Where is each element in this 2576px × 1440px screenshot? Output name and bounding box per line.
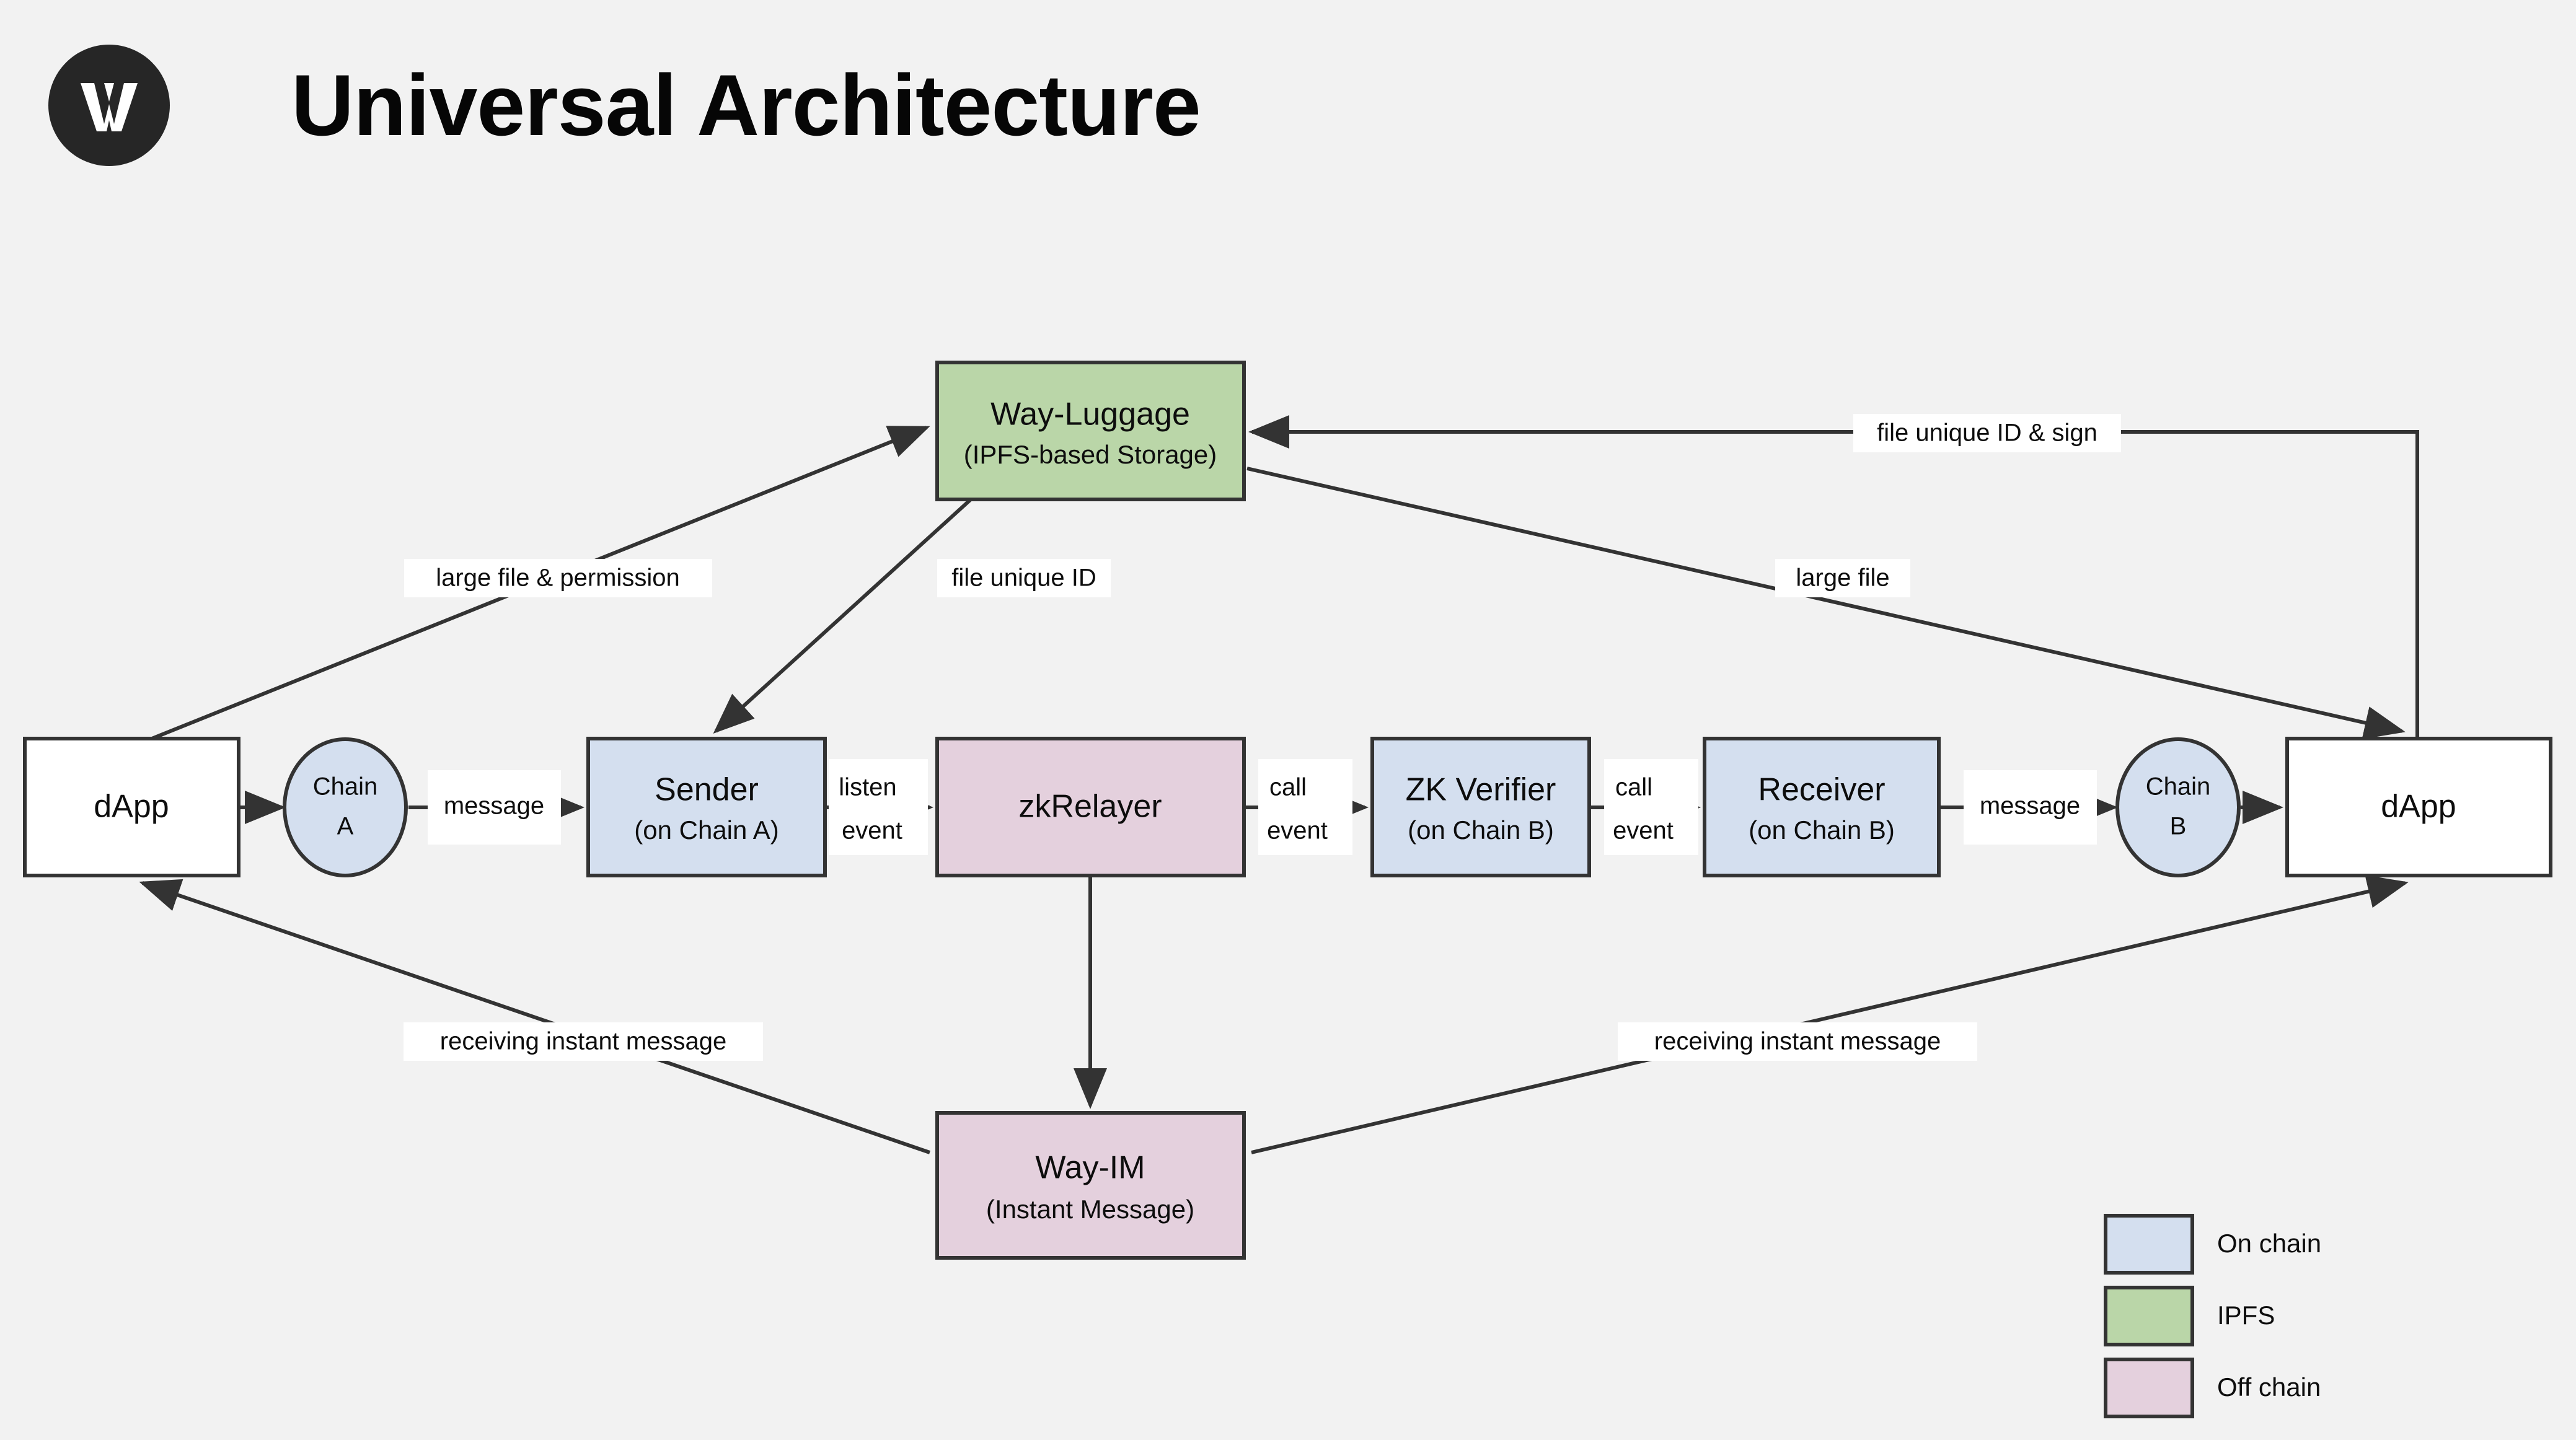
edge-label-text: message: [444, 792, 544, 820]
edge-label-file-unique-id-sign: file unique ID & sign: [1853, 414, 2121, 452]
node-receiver[interactable]: Receiver (on Chain B): [1703, 737, 1941, 877]
edge-label-message-left: message: [428, 770, 561, 845]
edge-label-text: event: [1613, 817, 1674, 845]
node-chain-b[interactable]: Chain B: [2115, 737, 2241, 877]
node-way-luggage[interactable]: Way-Luggage (IPFS-based Storage): [935, 361, 1246, 501]
legend-item-ipfs: IPFS: [2104, 1286, 2275, 1346]
edge-label-text: large file & permission: [436, 564, 680, 592]
edge-label-call-event-1: call event: [1258, 759, 1352, 855]
node-subtitle: (on Chain B): [1408, 815, 1554, 845]
node-title: Sender: [655, 772, 759, 808]
node-subtitle: (on Chain B): [1749, 815, 1895, 845]
edge-label-text: large file: [1796, 564, 1889, 592]
edge-label-receiving-right: receiving instant message: [1618, 1022, 1977, 1061]
node-dapp-left[interactable]: dApp: [23, 737, 240, 877]
legend-item-off-chain: Off chain: [2104, 1358, 2321, 1418]
edge-label-text: event: [842, 817, 902, 845]
edge-label-large-file: large file: [1775, 559, 1910, 597]
edge-label-text: receiving instant message: [1654, 1028, 1941, 1055]
edge-label-text: file unique ID: [951, 564, 1096, 592]
node-dapp-right[interactable]: dApp: [2285, 737, 2552, 877]
legend-label: Off chain: [2217, 1372, 2321, 1402]
legend-swatch-off-chain: [2104, 1358, 2194, 1418]
edge-label-message-right: message: [1964, 770, 2097, 845]
legend-label: On chain: [2217, 1229, 2321, 1258]
legend: On chain IPFS Off chain: [2104, 1214, 2321, 1418]
edge-label-receiving-left: receiving instant message: [404, 1022, 763, 1061]
edge-label-text: message: [1980, 792, 2080, 820]
node-subtitle: A: [337, 813, 354, 840]
node-title: ZK Verifier: [1406, 772, 1556, 808]
node-title: dApp: [2381, 789, 2456, 825]
node-subtitle: B: [2170, 813, 2187, 840]
edge-label-text: call: [1615, 774, 1652, 801]
edge-label-text: event: [1267, 817, 1328, 845]
node-subtitle: (Instant Message): [986, 1195, 1194, 1224]
edge-receiving-instant-message-left: [139, 879, 930, 1154]
node-sender[interactable]: Sender (on Chain A): [586, 737, 827, 877]
node-subtitle: (on Chain A): [634, 815, 779, 845]
edge-label-text: receiving instant message: [440, 1028, 726, 1055]
node-title: Way-Luggage: [990, 397, 1190, 432]
edge-receiving-instant-message-right: [1251, 875, 2409, 1154]
legend-swatch-ipfs: [2104, 1286, 2194, 1346]
node-title: Chain: [2146, 773, 2211, 801]
node-title: zkRelayer: [1018, 789, 1162, 825]
node-title: Receiver: [1758, 772, 1885, 808]
node-way-im[interactable]: Way-IM (Instant Message): [935, 1111, 1246, 1260]
edge-label-listen-event: listen event: [829, 759, 928, 855]
edge-label-large-file-permission: large file & permission: [404, 559, 712, 597]
node-title: Chain: [313, 773, 378, 801]
node-zk-verifier[interactable]: ZK Verifier (on Chain B): [1370, 737, 1591, 877]
architecture-diagram: large file & permission file unique ID f…: [0, 0, 2576, 1440]
edge-label-text: call: [1269, 774, 1307, 801]
node-title: dApp: [94, 789, 169, 825]
edge-label-text: listen: [839, 774, 896, 801]
edge-label-call-event-2: call event: [1604, 759, 1698, 855]
node-subtitle: (IPFS-based Storage): [964, 440, 1217, 469]
edge-label-file-unique-id: file unique ID: [937, 559, 1111, 597]
legend-label: IPFS: [2217, 1301, 2275, 1330]
edge-large-file: [1246, 467, 2406, 740]
legend-swatch-on-chain: [2104, 1214, 2194, 1275]
edge-label-text: file unique ID & sign: [1877, 419, 2097, 447]
node-title: Way-IM: [1035, 1150, 1145, 1186]
node-zkrelayer[interactable]: zkRelayer: [935, 737, 1246, 877]
legend-item-on-chain: On chain: [2104, 1214, 2321, 1275]
node-chain-a[interactable]: Chain A: [283, 737, 408, 877]
